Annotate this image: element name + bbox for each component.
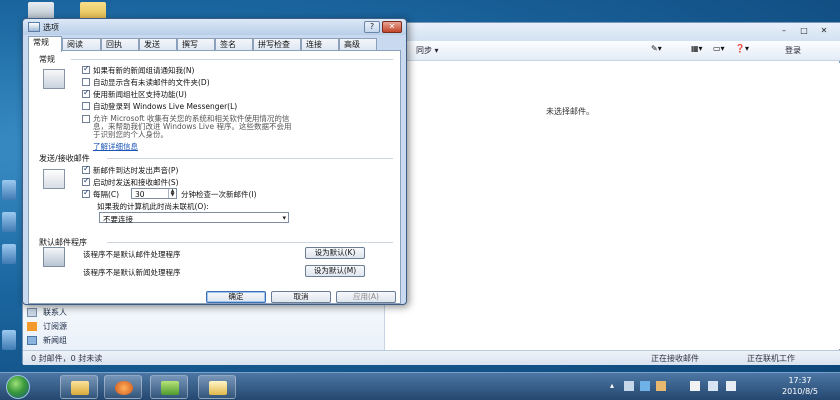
folder-icon: [71, 381, 89, 395]
help-icon[interactable]: ❓▾: [735, 44, 749, 56]
reading-pane: [385, 63, 840, 349]
sync-button[interactable]: 同步 ▾: [416, 45, 439, 56]
notify-newsgroups-checkbox[interactable]: [82, 64, 90, 74]
send-receive-at-startup-label: 启动时发送和接收邮件(S): [93, 178, 179, 187]
privacy-checkbox[interactable]: [82, 115, 90, 123]
help-button[interactable]: ?: [364, 21, 380, 33]
default-mail-status: 该程序不是默认邮件处理程序: [83, 250, 181, 259]
ok-button[interactable]: 确定: [206, 291, 266, 303]
clock-time: 17:37: [788, 376, 812, 385]
newsgroup-community-checkbox[interactable]: [82, 88, 90, 98]
clock-date: 2010/8/5: [782, 387, 818, 396]
rss-feed-icon: [27, 322, 37, 331]
check-interval-value: 30: [135, 190, 145, 199]
mail-statusbar: 0 封邮件，0 封未读 正在接收邮件 正在联机工作: [23, 350, 840, 365]
check-interval-spinner[interactable]: 30 ▲ ▼: [131, 188, 177, 199]
signin-button[interactable]: 登录: [785, 45, 801, 56]
dialog-titlebar: 选项 ? ✕: [23, 19, 406, 35]
newsgroup-community-label: 使用新闻组社区支持功能(U): [93, 90, 187, 99]
mail-app-icon: [28, 22, 40, 32]
chevron-down-icon: ▾: [282, 214, 286, 222]
taskbar-media-button[interactable]: [104, 375, 142, 399]
sound-on-new-mail-checkbox[interactable]: [82, 164, 90, 174]
show-unread-folders-label: 自动显示含有未读邮件的文件夹(D): [93, 78, 210, 87]
window-controls: – □ ✕: [773, 25, 833, 37]
mail-app-icon: [209, 381, 227, 395]
taskbar-explorer-button[interactable]: [60, 375, 98, 399]
no-mail-selected-text: 未选择邮件。: [546, 107, 594, 116]
pen-icon[interactable]: ✎▾: [651, 44, 665, 56]
minimize-icon[interactable]: –: [775, 25, 793, 37]
system-tray: ▴: [608, 379, 748, 395]
contacts-icon: [27, 308, 37, 317]
nav-item-contacts[interactable]: 联系人: [27, 307, 67, 319]
section-divider: [71, 59, 393, 60]
privacy-text-line3: 于识别您的个人身份。: [93, 130, 168, 139]
maximize-icon[interactable]: □: [795, 25, 813, 37]
show-unread-folders-checkbox[interactable]: [82, 78, 90, 86]
offline-behavior-value: 不要连接: [103, 215, 133, 224]
set-default-mail-button[interactable]: 设为默认(K): [305, 247, 365, 259]
send-receive-at-startup-checkbox[interactable]: [82, 176, 90, 186]
sort-icon[interactable]: ▦▾: [691, 44, 705, 56]
learn-more-link[interactable]: 了解详细信息: [93, 141, 138, 152]
desktop-shortcut-icon[interactable]: [2, 330, 16, 350]
options-dialog: 选项 ? ✕ 常规 阅读 回执 发送 撰写 签名 拼写检查 连接 高级 常规 如…: [22, 18, 407, 305]
auto-signin-messenger-label: 自动登录到 Windows Live Messenger(L): [93, 102, 238, 111]
sync-label: 同步: [416, 46, 432, 55]
notify-newsgroups-label: 如果有新的新闻组请通知我(N): [93, 66, 195, 75]
status-receiving: 正在接收邮件: [651, 354, 699, 363]
general-tab-panel: 常规 如果有新的新闻组请通知我(N) 自动显示含有未读邮件的文件夹(D) 使用新…: [28, 50, 401, 304]
nav-item-feeds[interactable]: 订阅源: [27, 321, 67, 333]
action-center-icon[interactable]: [690, 381, 700, 391]
section-general-label: 常规: [39, 55, 55, 64]
taskbar-network-button[interactable]: [150, 375, 188, 399]
offline-behavior-label: 如果我的计算机此时尚未联机(O):: [97, 202, 209, 211]
general-settings-icon: [43, 69, 65, 89]
apply-button[interactable]: 应用(A): [336, 291, 396, 303]
tray-app-icon[interactable]: [656, 381, 666, 391]
section-send-receive-label: 发送/接收邮件: [39, 154, 90, 163]
network-icon: [161, 381, 179, 395]
send-receive-icon: [43, 169, 65, 189]
nav-item-newsgroups[interactable]: 新闻组: [27, 335, 67, 347]
clock[interactable]: 17:37 2010/8/5: [770, 375, 830, 397]
nav-item-label: 新闻组: [43, 336, 67, 345]
nav-item-label: 订阅源: [43, 322, 67, 331]
close-button[interactable]: ✕: [382, 21, 402, 33]
taskbar-mail-button[interactable]: [198, 375, 236, 399]
tab-general[interactable]: 常规: [28, 36, 62, 52]
set-default-news-button[interactable]: 设为默认(M): [305, 265, 365, 277]
desktop-shortcut-icon[interactable]: [2, 180, 16, 200]
default-news-status: 该程序不是默认新闻处理程序: [83, 268, 181, 277]
spinner-arrows-icon[interactable]: ▲ ▼: [168, 189, 176, 198]
check-interval-checkbox[interactable]: [82, 188, 90, 198]
cancel-button[interactable]: 取消: [271, 291, 331, 303]
media-player-icon: [115, 381, 133, 395]
network-icon[interactable]: [708, 381, 718, 391]
taskbar: ▴ 17:37 2010/8/5: [0, 372, 840, 400]
close-icon[interactable]: ✕: [815, 25, 833, 37]
desktop-shortcut-icon[interactable]: [2, 212, 16, 232]
check-every-label: 每隔(C): [93, 190, 120, 199]
tray-app-icon[interactable]: [624, 381, 634, 391]
check-interval-suffix: 分钟检查一次新邮件(I): [181, 190, 257, 199]
default-program-icon: [43, 247, 65, 267]
tray-app-icon[interactable]: [640, 381, 650, 391]
auto-signin-messenger-checkbox[interactable]: [82, 102, 90, 110]
volume-icon[interactable]: [726, 381, 736, 391]
section-divider: [107, 242, 393, 243]
view-icon[interactable]: ▭▾: [713, 44, 727, 56]
sound-on-new-mail-label: 新邮件到达时发出声音(P): [93, 166, 179, 175]
section-divider: [107, 158, 393, 159]
dialog-title: 选项: [43, 23, 59, 32]
offline-behavior-dropdown[interactable]: 不要连接 ▾: [99, 212, 289, 224]
status-online: 正在联机工作: [747, 354, 795, 363]
newsgroup-icon: [27, 336, 37, 345]
nav-item-label: 联系人: [43, 308, 67, 317]
start-button[interactable]: [6, 375, 30, 399]
tray-arrow-icon[interactable]: ▴: [610, 381, 620, 391]
desktop-shortcut-icon[interactable]: [2, 244, 16, 264]
status-message-count: 0 封邮件，0 封未读: [31, 354, 103, 363]
